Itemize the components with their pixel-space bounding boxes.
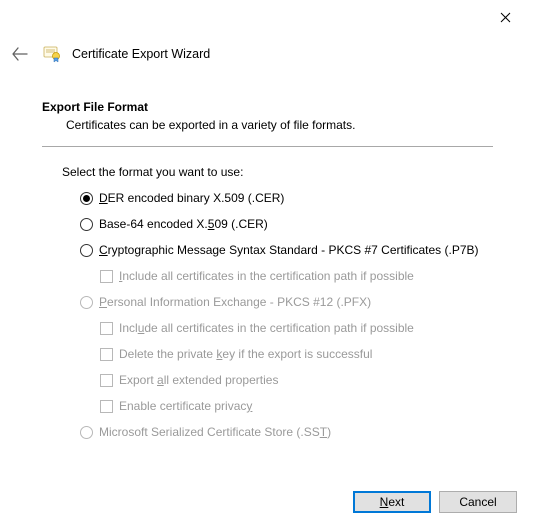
cancel-label: Cancel bbox=[459, 495, 496, 509]
certificate-icon bbox=[42, 44, 62, 64]
checkbox-label: Enable certificate privacy bbox=[119, 399, 252, 413]
checkbox-icon bbox=[100, 400, 113, 413]
checkbox-icon bbox=[100, 374, 113, 387]
checkbox-pfx-export-extended: Export all extended properties bbox=[100, 371, 493, 389]
radio-pfx-label: Personal Information Exchange - PKCS #12… bbox=[99, 295, 371, 309]
back-arrow-icon bbox=[12, 47, 28, 61]
back-button[interactable] bbox=[8, 42, 32, 66]
page-subtext: Certificates can be exported in a variet… bbox=[42, 118, 493, 132]
checkbox-pfx-include-chain: Include all certificates in the certific… bbox=[100, 319, 493, 337]
format-options: DER encoded binary X.509 (.CER) Base-64 … bbox=[42, 189, 493, 441]
checkbox-label: Include all certificates in the certific… bbox=[119, 321, 414, 335]
checkbox-label: Delete the private key if the export is … bbox=[119, 347, 372, 361]
instruction-label: Select the format you want to use: bbox=[42, 165, 493, 179]
next-label: Next bbox=[380, 495, 405, 509]
radio-base64[interactable]: Base-64 encoded X.509 (.CER) bbox=[80, 215, 493, 233]
radio-pkcs7-label: Cryptographic Message Syntax Standard - … bbox=[99, 243, 479, 257]
radio-der[interactable]: DER encoded binary X.509 (.CER) bbox=[80, 189, 493, 207]
wizard-title: Certificate Export Wizard bbox=[72, 47, 210, 61]
checkbox-icon bbox=[100, 348, 113, 361]
wizard-header: Certificate Export Wizard bbox=[0, 34, 535, 66]
footer-buttons: Next Cancel bbox=[353, 491, 517, 513]
pkcs7-sub-options: Include all certificates in the certific… bbox=[80, 267, 493, 285]
close-icon bbox=[500, 12, 511, 23]
radio-base64-label: Base-64 encoded X.509 (.CER) bbox=[99, 217, 268, 231]
radio-sst-label: Microsoft Serialized Certificate Store (… bbox=[99, 425, 331, 439]
radio-icon bbox=[80, 218, 93, 231]
page-heading: Export File Format bbox=[42, 100, 493, 114]
close-button[interactable] bbox=[485, 6, 525, 28]
radio-pkcs7[interactable]: Cryptographic Message Syntax Standard - … bbox=[80, 241, 493, 259]
radio-icon bbox=[80, 426, 93, 439]
checkbox-pkcs7-include-chain: Include all certificates in the certific… bbox=[100, 267, 493, 285]
radio-sst: Microsoft Serialized Certificate Store (… bbox=[80, 423, 493, 441]
radio-pfx: Personal Information Exchange - PKCS #12… bbox=[80, 293, 493, 311]
radio-icon bbox=[80, 192, 93, 205]
checkbox-icon bbox=[100, 322, 113, 335]
cancel-button[interactable]: Cancel bbox=[439, 491, 517, 513]
divider bbox=[42, 146, 493, 147]
next-button[interactable]: Next bbox=[353, 491, 431, 513]
radio-icon bbox=[80, 244, 93, 257]
checkbox-label: Export all extended properties bbox=[119, 373, 278, 387]
radio-icon bbox=[80, 296, 93, 309]
radio-der-label: DER encoded binary X.509 (.CER) bbox=[99, 191, 284, 205]
page-body: Export File Format Certificates can be e… bbox=[0, 66, 535, 441]
checkbox-pfx-delete-key: Delete the private key if the export is … bbox=[100, 345, 493, 363]
checkbox-label: Include all certificates in the certific… bbox=[119, 269, 414, 283]
pfx-sub-options: Include all certificates in the certific… bbox=[80, 319, 493, 415]
titlebar bbox=[0, 0, 535, 34]
checkbox-icon bbox=[100, 270, 113, 283]
checkbox-pfx-enable-privacy: Enable certificate privacy bbox=[100, 397, 493, 415]
